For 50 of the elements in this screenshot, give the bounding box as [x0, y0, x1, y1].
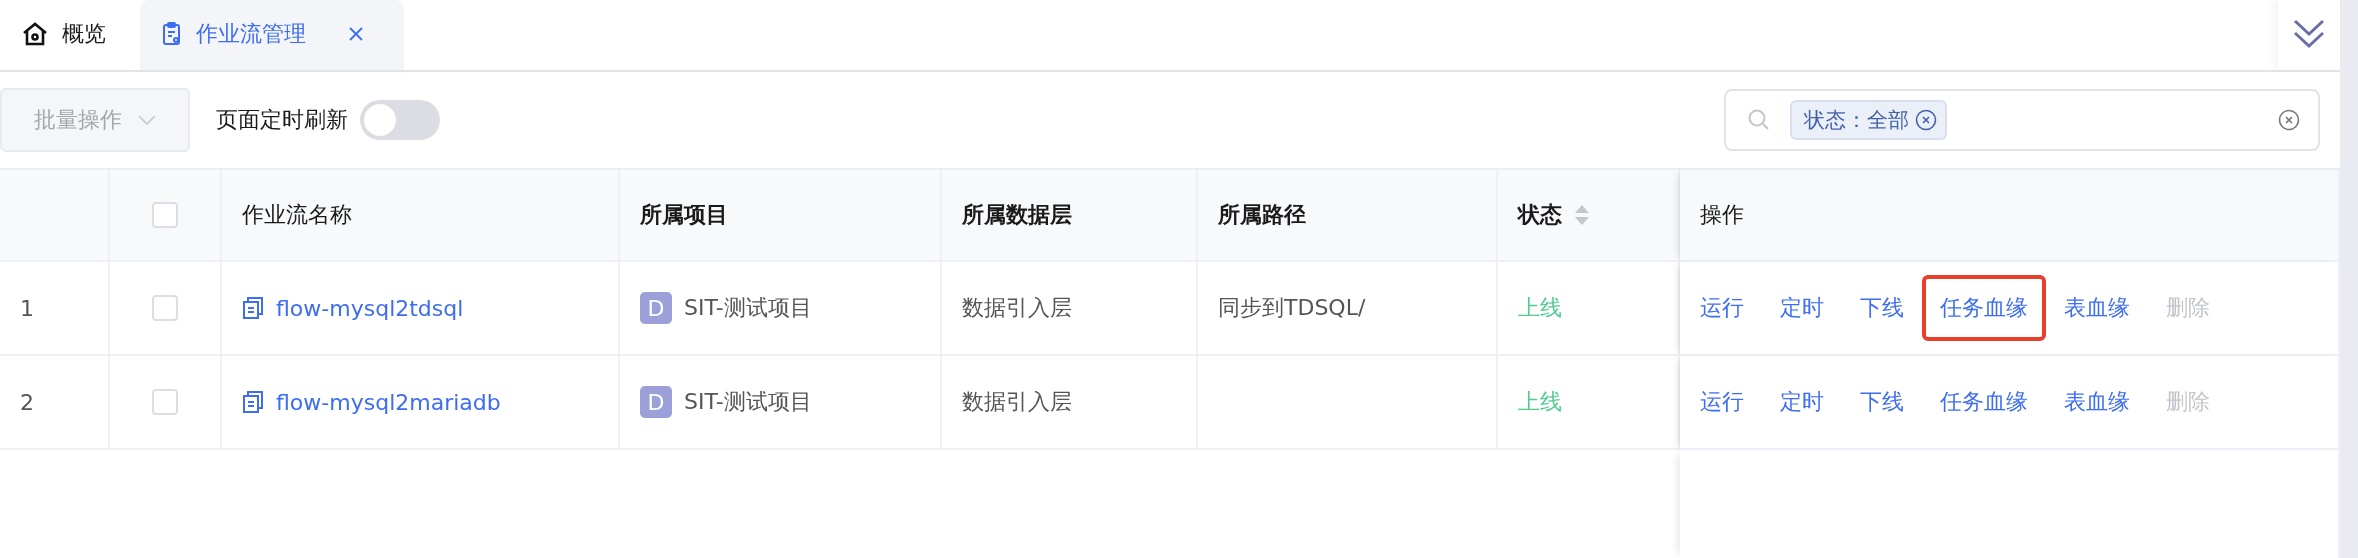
document-icon — [242, 390, 264, 414]
action-link[interactable]: 下线 — [1860, 293, 1904, 323]
remove-tag-icon[interactable] — [1915, 109, 1937, 131]
action-link[interactable]: 任务血缘 — [1940, 387, 2028, 417]
caret-icon — [138, 115, 156, 125]
layer-text: 数据引入层 — [962, 388, 1072, 416]
project-badge: D — [640, 292, 672, 324]
project-name: SIT-测试项目 — [684, 294, 812, 322]
sort-icon[interactable] — [1574, 203, 1590, 227]
workflow-link[interactable]: flow-mysql2tdsql — [276, 295, 464, 321]
tab[interactable]: 作业流管理 — [140, 0, 404, 70]
column-header: 所属数据层 — [962, 201, 1072, 229]
action-link[interactable]: 定时 — [1780, 293, 1824, 323]
clear-icon[interactable] — [2278, 109, 2300, 131]
auto-refresh-switch[interactable] — [360, 100, 440, 140]
row-number: 1 — [20, 295, 34, 321]
column-header: 操作 — [1700, 201, 1744, 229]
action-link[interactable]: 表血缘 — [2064, 387, 2130, 417]
action-link[interactable]: 运行 — [1700, 387, 1744, 417]
status-text: 上线 — [1518, 294, 1562, 322]
column-header: 作业流名称 — [242, 201, 352, 229]
action-link[interactable]: 任务血缘 — [1922, 275, 2046, 341]
workflow-link[interactable]: flow-mysql2mariadb — [276, 389, 501, 415]
row-number: 2 — [20, 389, 34, 415]
close-icon[interactable] — [348, 26, 364, 42]
double-chevron-icon — [2293, 19, 2325, 49]
action-link[interactable]: 下线 — [1860, 387, 1904, 417]
clipboard-icon — [162, 22, 182, 46]
tab[interactable]: 概览 — [0, 0, 128, 70]
action-link[interactable]: 定时 — [1780, 387, 1824, 417]
search-icon — [1748, 109, 1770, 131]
path-text: 同步到TDSQL/ — [1218, 294, 1366, 322]
column-header: 所属项目 — [640, 201, 728, 229]
project-badge: D — [640, 386, 672, 418]
filter-tag-label: 状态：全部 — [1804, 107, 1909, 134]
row-checkbox[interactable] — [152, 389, 178, 415]
select-all-checkbox[interactable] — [152, 202, 178, 228]
collapse-button[interactable] — [2278, 0, 2340, 68]
project-name: SIT-测试项目 — [684, 388, 812, 416]
auto-refresh-label: 页面定时刷新 — [216, 106, 348, 134]
layer-text: 数据引入层 — [962, 294, 1072, 322]
row-checkbox[interactable] — [152, 295, 178, 321]
action-link[interactable]: 运行 — [1700, 293, 1744, 323]
status-text: 上线 — [1518, 388, 1562, 416]
column-header: 状态 — [1518, 201, 1562, 229]
search-field[interactable]: 状态：全部 — [1724, 89, 2320, 151]
column-header: 所属路径 — [1218, 201, 1306, 229]
document-icon — [242, 296, 264, 320]
home-icon — [22, 22, 48, 46]
action-link[interactable]: 表血缘 — [2064, 293, 2130, 323]
